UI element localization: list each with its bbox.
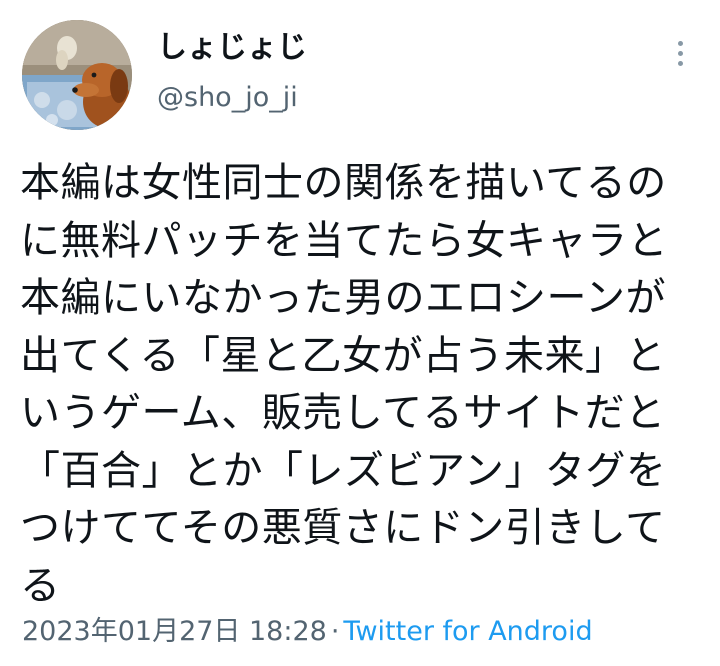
tweet-card: しょじょじ @sho_jo_ji 本編は女性同士の関係を描いてるのに無料パッチを… — [0, 0, 720, 666]
meta-separator: · — [330, 616, 340, 647]
vertical-ellipsis-icon[interactable] — [668, 36, 692, 76]
tweet-text: 本編は女性同士の関係を描いてるのに無料パッチを当てたら女キャラと本編にいなかった… — [20, 160, 668, 609]
author-display-name[interactable]: しょじょじ — [157, 28, 307, 68]
ellipsis-dot — [677, 51, 683, 56]
avatar[interactable] — [22, 20, 132, 130]
tweet-header: しょじょじ @sho_jo_ji — [22, 20, 698, 130]
tweet-timestamp[interactable]: 2023年01月27日 18:28 — [22, 616, 327, 647]
ellipsis-dot — [677, 41, 683, 46]
author-handle[interactable]: @sho_jo_ji — [157, 80, 307, 116]
author-names: しょじょじ @sho_jo_ji — [157, 28, 307, 116]
tweet-metadata: 2023年01月27日 18:28 · Twitter for Android — [22, 614, 593, 650]
ellipsis-dot — [677, 61, 683, 66]
tweet-source-link[interactable]: Twitter for Android — [343, 616, 592, 647]
avatar-dog-image — [22, 20, 132, 130]
